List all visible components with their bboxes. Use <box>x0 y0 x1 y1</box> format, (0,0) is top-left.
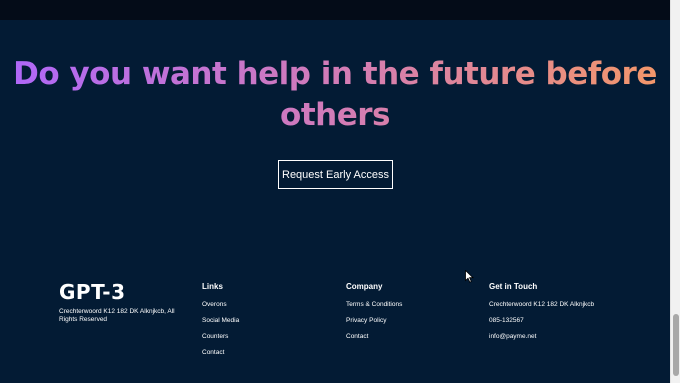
footer-contact-email[interactable]: info@payme.net <box>489 333 594 341</box>
footer-logo[interactable]: GPT-3 <box>59 280 126 304</box>
footer-links-column: Links Overons Social Media Counters Cont… <box>202 282 239 365</box>
footer-link-company-contact[interactable]: Contact <box>346 333 402 341</box>
footer-contact-heading: Get in Touch <box>489 282 538 291</box>
top-navbar-strip <box>0 0 670 20</box>
scrollbar-thumb[interactable] <box>673 314 679 376</box>
footer-address: Crechterwoord K12 182 DK Alknjkcb, All R… <box>59 308 175 323</box>
page-scrollbar[interactable] <box>670 0 680 383</box>
request-early-access-button[interactable]: Request Early Access <box>278 160 393 189</box>
footer-contact-address: Crechterwoord K12 182 DK Alknjkcb <box>489 301 595 308</box>
cta-heading-line-2: others <box>280 97 390 133</box>
footer-link-privacy-policy[interactable]: Privacy Policy <box>346 317 402 325</box>
cta-heading-line-1: Do you want help in the future before <box>13 56 657 92</box>
footer-link-contact[interactable]: Contact <box>202 349 239 357</box>
footer-link-social-media[interactable]: Social Media <box>202 317 239 325</box>
footer-contact-column: Get in Touch Crechterwoord K12 182 DK Al… <box>489 282 594 349</box>
footer-link-counters[interactable]: Counters <box>202 333 239 341</box>
footer-link-terms[interactable]: Terms & Conditions <box>346 301 402 309</box>
mouse-pointer-icon <box>465 270 474 283</box>
cta-heading: Do you want help in the future before ot… <box>0 54 670 136</box>
footer-contact-phone[interactable]: 085-132567 <box>489 317 594 325</box>
footer-company-heading: Company <box>346 282 383 291</box>
footer-link-overons[interactable]: Overons <box>202 301 239 309</box>
footer-company-column: Company Terms & Conditions Privacy Polic… <box>346 282 402 349</box>
footer-links-heading: Links <box>202 282 223 291</box>
